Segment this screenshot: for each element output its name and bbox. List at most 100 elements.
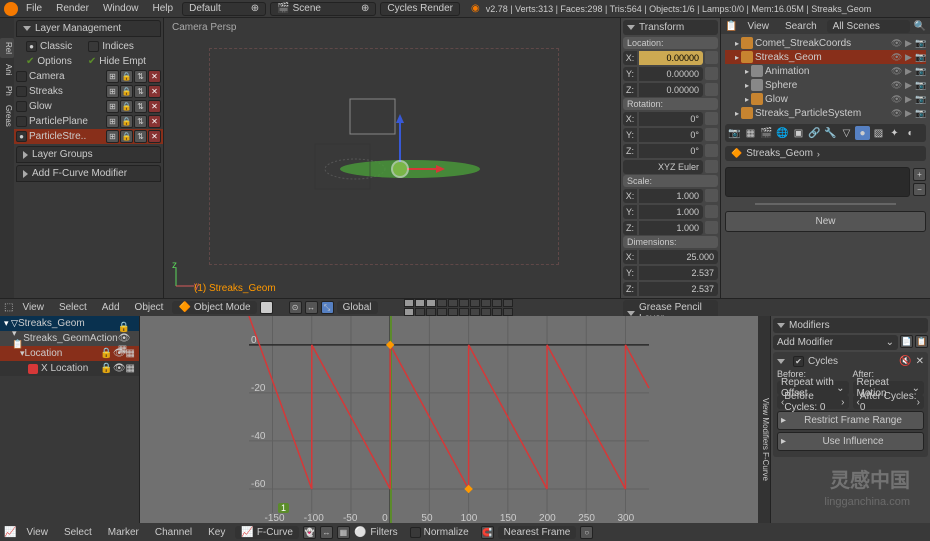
layer-button[interactable] <box>459 299 469 307</box>
graph-side-tabs[interactable]: View Modifiers F-Curve <box>758 316 770 523</box>
g-menu-marker[interactable]: Marker <box>102 525 145 540</box>
eye-icon[interactable]: 👁 <box>891 94 902 105</box>
outliner-item[interactable]: ▸Sphere👁▶📷 <box>725 78 926 92</box>
layer-lock-icon[interactable]: 🔒 <box>120 130 133 143</box>
layer-lock-icon[interactable]: 🔒 <box>120 85 133 98</box>
material-slot[interactable] <box>725 167 910 197</box>
layer-lock-icon[interactable]: 🔒 <box>120 70 133 83</box>
layer-row[interactable]: ●ParticleStre..⊞🔒⇅✕ <box>14 129 163 144</box>
remove-slot-button[interactable]: − <box>913 183 926 196</box>
tab-scene-icon[interactable]: 🎬 <box>759 126 774 140</box>
outliner-item[interactable]: ▸Comet_StreakCoords👁▶📷 <box>725 36 926 50</box>
layer-merge-icon[interactable]: ⇅ <box>134 70 147 83</box>
layer-merge-icon[interactable]: ⇅ <box>134 115 147 128</box>
g-menu-channel[interactable]: Channel <box>149 525 198 540</box>
shading-solid-icon[interactable]: ● <box>260 301 273 314</box>
proportional-icon[interactable]: ○ <box>580 526 593 539</box>
tab-layers-icon[interactable]: ▦ <box>743 126 758 140</box>
layer-button[interactable] <box>404 299 414 307</box>
tab-constraints-icon[interactable]: 🔗 <box>807 126 822 140</box>
search-icon[interactable]: 🔍 <box>914 21 926 32</box>
layer-button[interactable] <box>448 308 458 316</box>
layer-row[interactable]: Streaks⊞🔒⇅✕ <box>14 84 163 99</box>
layer-delete-icon[interactable]: ✕ <box>148 115 161 128</box>
render-icon[interactable]: 📷 <box>915 108 926 119</box>
opt-classic[interactable]: ●Classic <box>18 39 80 54</box>
layer-button[interactable] <box>481 299 491 307</box>
eye-icon[interactable]: 👁 <box>891 66 902 77</box>
opt-indices[interactable]: Indices <box>80 39 142 54</box>
tab-particles-icon[interactable]: ✦ <box>887 126 902 140</box>
layout-selector[interactable]: Default⊕ <box>182 2 266 16</box>
eye-icon[interactable]: 👁 <box>891 80 902 91</box>
select-icon[interactable]: ▶ <box>903 108 914 119</box>
opt-options[interactable]: ✔Options <box>18 54 80 69</box>
eye-icon[interactable]: 👁 <box>891 38 902 49</box>
3d-menu-view[interactable]: View <box>16 300 50 315</box>
layer-button[interactable] <box>470 299 480 307</box>
layer-lock-icon[interactable]: 🔒 <box>120 100 133 113</box>
3d-menu-add[interactable]: Add <box>96 300 126 315</box>
channel-location[interactable]: ▾ Location🔒👁▦ <box>0 346 139 361</box>
restrict-range-button[interactable]: ▸Restrict Frame Range <box>777 411 924 430</box>
keyframe-icon[interactable] <box>705 51 718 64</box>
snap-icon[interactable]: ▦ <box>337 526 350 539</box>
tab-material-icon[interactable]: ● <box>855 126 870 140</box>
editor-type-icon[interactable]: ⬚ <box>4 302 13 313</box>
channel-x-location[interactable]: X Location🔒👁▦ <box>0 361 139 376</box>
menu-render[interactable]: Render <box>50 1 95 16</box>
tab-data-icon[interactable]: ▽ <box>839 126 854 140</box>
layer-wire-icon[interactable]: ⊞ <box>106 70 119 83</box>
tab-modifiers-icon[interactable]: 🔧 <box>823 126 838 140</box>
layer-button[interactable] <box>448 299 458 307</box>
eye-icon[interactable]: 👁 <box>891 108 902 119</box>
3d-menu-select[interactable]: Select <box>53 300 93 315</box>
transform-header[interactable]: Transform <box>623 20 718 35</box>
outliner-item[interactable]: ▸Glow👁▶📷 <box>725 92 926 106</box>
layer-buttons[interactable] <box>404 299 513 316</box>
layer-button[interactable] <box>437 308 447 316</box>
g-menu-key[interactable]: Key <box>202 525 231 540</box>
layer-wire-icon[interactable]: ⊞ <box>106 85 119 98</box>
dim-x[interactable]: 25.000 <box>639 250 718 264</box>
mod-mute-icon[interactable]: 🔇 <box>899 356 911 367</box>
pivot-icon[interactable]: ⊙ <box>289 301 302 314</box>
layer-toggle[interactable] <box>16 86 27 97</box>
layer-row[interactable]: Glow⊞🔒⇅✕ <box>14 99 163 114</box>
layer-button[interactable] <box>492 308 502 316</box>
fcurve-mod-header[interactable]: Add F-Curve Modifier <box>16 165 161 182</box>
layer-row[interactable]: ParticlePlane⊞🔒⇅✕ <box>14 114 163 129</box>
layer-toggle[interactable]: ● <box>16 131 27 142</box>
layer-delete-icon[interactable]: ✕ <box>148 100 161 113</box>
snap-mode[interactable]: Nearest Frame <box>498 526 577 539</box>
render-icon[interactable]: 📷 <box>915 66 926 77</box>
g-menu-select[interactable]: Select <box>58 525 98 540</box>
opt-hide-empty[interactable]: ✔Hide Empt <box>80 54 154 69</box>
properties-breadcrumb[interactable]: 🔶 Streaks_Geom › <box>725 146 926 161</box>
rot-x[interactable]: 0° <box>639 112 703 126</box>
use-influence-button[interactable]: ▸Use Influence <box>777 432 924 451</box>
g-menu-view[interactable]: View <box>20 525 54 540</box>
mods-header[interactable]: Modifiers <box>773 318 928 333</box>
select-icon[interactable]: ▶ <box>903 66 914 77</box>
channel-action[interactable]: ▾ 📋 Streaks_GeomAction🔒👁▦ <box>0 331 139 346</box>
menu-help[interactable]: Help <box>147 1 180 16</box>
outliner-item[interactable]: ▸Streaks_Geom👁▶📷 <box>725 50 926 64</box>
tab-texture-icon[interactable]: ▨ <box>871 126 886 140</box>
tab-object-icon[interactable]: ▣ <box>791 126 806 140</box>
select-icon[interactable]: ▶ <box>903 80 914 91</box>
tab-render-icon[interactable]: 📷 <box>727 126 742 140</box>
scene-selector[interactable]: 🎬 Scene⊕ <box>270 2 376 16</box>
layer-lock-icon[interactable]: 🔒 <box>120 115 133 128</box>
layer-delete-icon[interactable]: ✕ <box>148 130 161 143</box>
layer-groups-header[interactable]: Layer Groups <box>16 146 161 163</box>
before-cycles[interactable]: ‹Before Cycles: 0› <box>777 395 849 409</box>
paste-icon[interactable]: 📋 <box>915 335 928 348</box>
layer-button[interactable] <box>492 299 502 307</box>
add-slot-button[interactable]: + <box>913 168 926 181</box>
layer-wire-icon[interactable]: ⊞ <box>106 115 119 128</box>
outliner-item[interactable]: ▸Streaks_ParticleSystem👁▶📷 <box>725 106 926 120</box>
rotation-mode[interactable]: XYZ Euler <box>623 160 703 174</box>
copy-icon[interactable]: 📄 <box>900 335 913 348</box>
layer-wire-icon[interactable]: ⊞ <box>106 100 119 113</box>
